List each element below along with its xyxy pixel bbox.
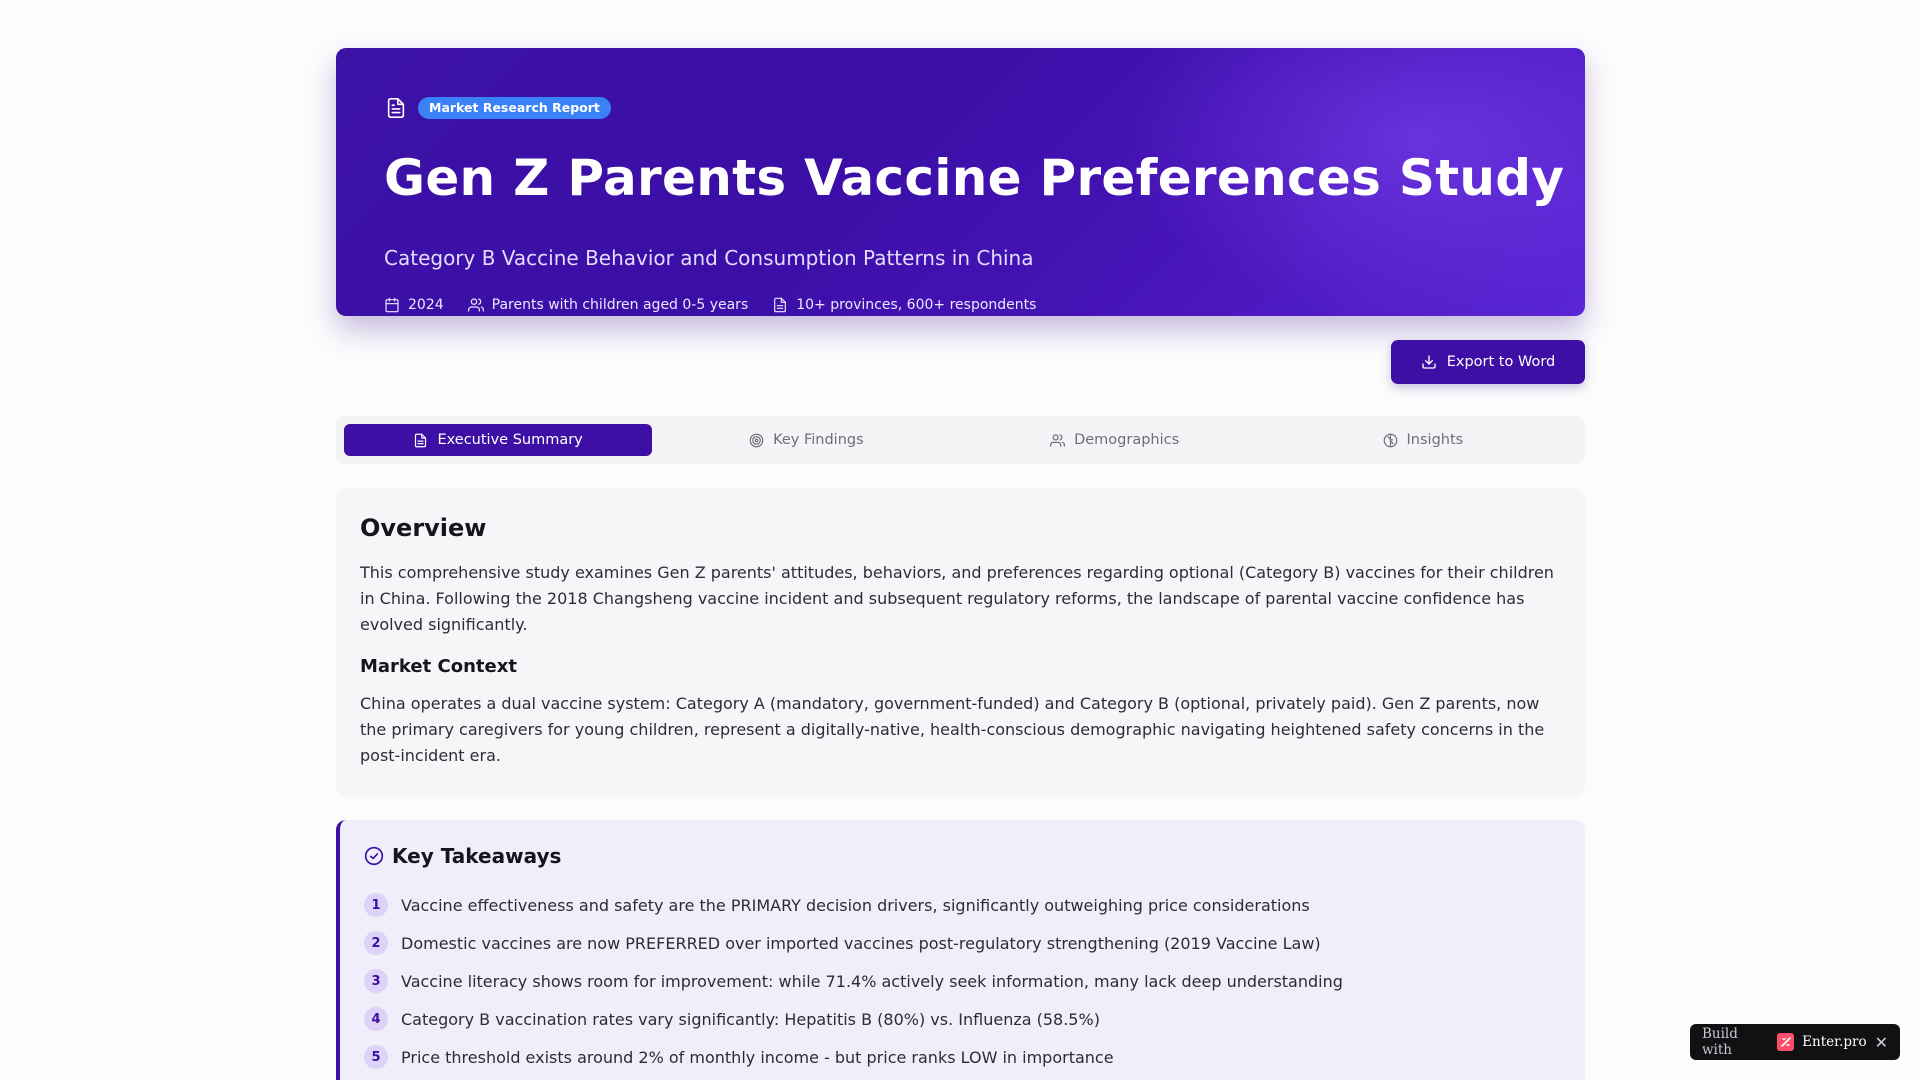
export-to-word-button[interactable]: Export to Word [1391,340,1585,384]
meta-sample: 10+ provinces, 600+ respondents [772,297,1036,313]
build-with-label: Build with [1702,1026,1738,1058]
meta-sample-label: 10+ provinces, 600+ respondents [796,297,1037,313]
item-text: Vaccine effectiveness and safety are the… [401,895,1310,915]
meta-year: 2024 [384,297,444,313]
target-icon [749,433,764,447]
page: Market Research Report Gen Z Parents Vac… [0,0,1920,1080]
tab-label: Executive Summary [437,432,583,448]
market-context-paragraph: China operates a dual vaccine system: Ca… [360,694,1545,765]
document-icon [384,96,408,120]
item-text: Price threshold exists around 2% of mont… [401,1047,1114,1067]
meta-audience-label: Parents with children aged 0-5 years [491,297,749,313]
download-icon [1422,355,1436,369]
enter-logo-icon [1776,1033,1795,1051]
tab-label: Insights [1406,432,1464,448]
item-number: 4 [364,1007,388,1031]
tab-demographics[interactable]: Demographics [961,424,1269,456]
list-item: 1 Vaccine effectiveness and safety are t… [364,886,1561,924]
check-circle-icon [364,846,384,866]
item-number: 5 [364,1045,388,1069]
calendar-icon [385,297,399,313]
tab-executive-summary[interactable]: Executive Summary [344,424,653,456]
key-takeaways-title: Key Takeaways [392,844,562,868]
build-with-badge[interactable]: Build with Enter.pro ✕ [1690,1024,1900,1060]
list-item: 4 Category B vaccination rates vary sign… [364,1000,1561,1038]
tab-insights[interactable]: Insights [1269,424,1577,456]
page-subtitle: Category B Vaccine Behavior and Consumpt… [384,246,1034,270]
item-number: 2 [364,931,388,955]
item-text: Category B vaccination rates vary signif… [401,1009,1100,1029]
report-type-badge: Market Research Report [418,97,611,119]
tab-label: Demographics [1074,432,1180,448]
market-context-title: Market Context [360,656,517,677]
users-icon [467,298,484,312]
close-icon[interactable]: ✕ [1875,1033,1888,1052]
key-takeaways-header: Key Takeaways [364,844,1561,868]
item-text: Domestic vaccines are now PREFERRED over… [401,933,1321,953]
meta-audience: Parents with children aged 0-5 years [467,297,749,313]
header-badge-row: Market Research Report [384,96,611,120]
report-header: Market Research Report Gen Z Parents Vac… [336,48,1585,316]
tab-key-findings[interactable]: Key Findings [652,424,960,456]
overview-title: Overview [360,514,487,542]
list-item: 5 Price threshold exists around 2% of mo… [364,1038,1561,1076]
overview-paragraph: This comprehensive study examines Gen Z … [360,563,1554,634]
key-takeaways-card: Key Takeaways 1 Vaccine effectiveness an… [336,820,1585,1080]
overview-card: Overview This comprehensive study examin… [336,488,1585,796]
users-icon [1050,433,1066,447]
export-button-label: Export to Word [1446,354,1556,370]
list-item: 2 Domestic vaccines are now PREFERRED ov… [364,924,1561,962]
header-meta: 2024 Parents with children aged 0-5 year… [384,297,1036,313]
document-icon [774,297,787,313]
document-icon [415,433,427,447]
item-text: Vaccine literacy shows room for improvem… [401,971,1343,991]
item-number: 1 [364,893,388,917]
brand-name: Enter.pro [1802,1034,1867,1050]
item-number: 3 [364,969,388,993]
section-tabs: Executive Summary Key Findings Demograph… [336,416,1585,464]
page-title: Gen Z Parents Vaccine Preferences Study [384,149,1565,207]
takeaways-list: 1 Vaccine effectiveness and safety are t… [364,886,1561,1076]
brain-icon [1383,433,1397,447]
list-item: 3 Vaccine literacy shows room for improv… [364,962,1561,1000]
meta-year-label: 2024 [408,297,444,313]
tab-label: Key Findings [773,432,864,448]
